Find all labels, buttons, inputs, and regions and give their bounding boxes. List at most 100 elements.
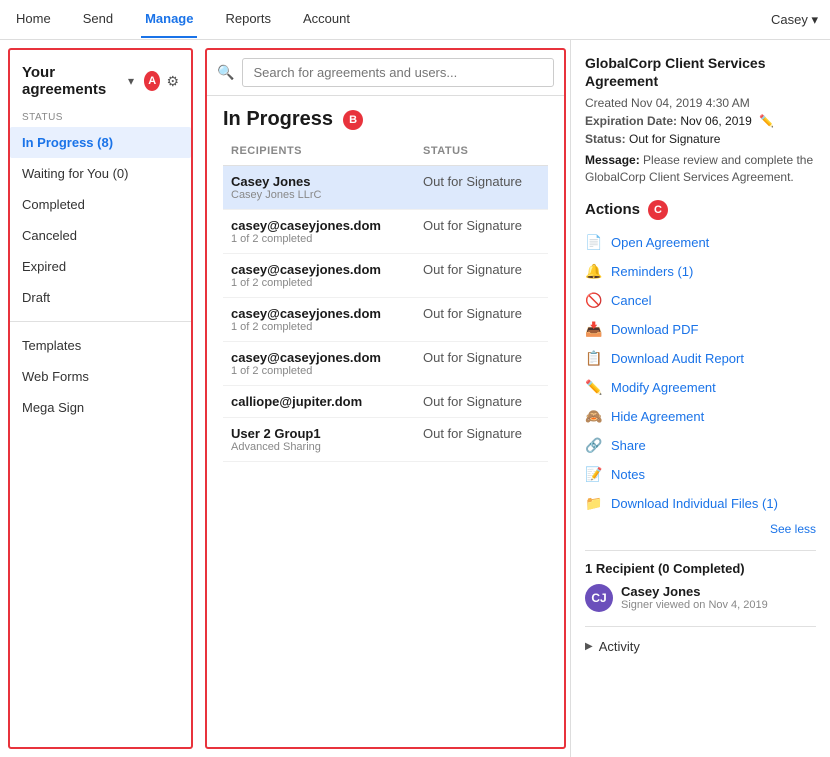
recipient-avatar: CJ [585,584,613,612]
action-icon: 📄 [585,234,603,251]
table-row[interactable]: casey@caseyjones.dom 1 of 2 completed Ou… [223,298,548,342]
recipient-name-cell: calliope@jupiter.dom [231,394,407,409]
action-label: Modify Agreement [611,380,716,395]
nav-user[interactable]: Casey ▾ [771,12,818,28]
activity-section: ▶ Activity [585,626,816,658]
action-item[interactable]: 🙈 Hide Agreement [585,402,816,431]
col-recipients: RECIPIENTS [223,141,415,166]
nav-send[interactable]: Send [79,1,117,38]
action-item[interactable]: 📄 Open Agreement [585,228,816,257]
nav-account[interactable]: Account [299,1,354,38]
action-item[interactable]: ✏️ Modify Agreement [585,373,816,402]
see-less-button[interactable]: See less [585,522,816,536]
agreement-created: Created Nov 04, 2019 4:30 AM [585,96,816,110]
expiration-label: Expiration Date: [585,114,677,128]
search-bar: 🔍 [207,50,564,96]
action-label: Notes [611,467,645,482]
recipient-name-cell: casey@caseyjones.dom [231,262,407,277]
sidebar-dropdown-icon: ▾ [128,74,134,88]
action-icon: 🚫 [585,292,603,309]
status-cell: Out for Signature [423,394,522,409]
table-row[interactable]: casey@caseyjones.dom 1 of 2 completed Ou… [223,342,548,386]
sidebar: Your agreements ▾ A ⚙ STATUS In Progress… [8,48,193,749]
status-cell: Out for Signature [423,306,522,321]
status-cell: Out for Signature [423,350,522,365]
search-icon: 🔍 [217,64,234,81]
agreement-title: GlobalCorp Client Services Agreement [585,54,816,90]
status-label: Status: [585,132,626,146]
sidebar-item-draft[interactable]: Draft [10,282,191,313]
badge-a: A [144,71,160,91]
action-icon: ✏️ [585,379,603,396]
table-row[interactable]: calliope@jupiter.dom Out for Signature [223,386,548,418]
recipient-sub: Signer viewed on Nov 4, 2019 [621,599,768,611]
action-item[interactable]: 🔗 Share [585,431,816,460]
inprogress-title: In Progress [223,108,333,131]
nav-items: Home Send Manage Reports Account [12,1,354,38]
action-item[interactable]: 🚫 Cancel [585,286,816,315]
sidebar-header[interactable]: Your agreements ▾ A ⚙ [10,58,191,104]
action-label: Download Audit Report [611,351,744,366]
recipient-name-cell: Casey Jones [231,174,407,189]
action-label: Open Agreement [611,235,709,250]
recipient-name-cell: casey@caseyjones.dom [231,350,407,365]
activity-label: Activity [599,639,640,654]
actions-title: Actions [585,201,640,218]
nav-reports[interactable]: Reports [221,1,275,38]
sidebar-divider [10,321,191,322]
sidebar-item-waiting[interactable]: Waiting for You (0) [10,158,191,189]
recipients-table: RECIPIENTS STATUS Casey Jones Casey Jone… [223,141,548,462]
action-item[interactable]: 📁 Download Individual Files (1) [585,489,816,518]
sidebar-item-completed[interactable]: Completed [10,189,191,220]
recipient-sub-cell: 1 of 2 completed [231,321,407,333]
action-label: Reminders (1) [611,264,693,279]
action-label: Download PDF [611,322,698,337]
recipient-sub-cell: 1 of 2 completed [231,365,407,377]
filter-icon[interactable]: ⚙ [166,73,179,90]
center-panel: 🔍 In Progress B RECIPIENTS STATUS Casey … [205,48,566,749]
activity-row[interactable]: ▶ Activity [585,635,816,658]
status-value-text: Out for Signature [629,132,720,146]
table-row[interactable]: User 2 Group1 Advanced Sharing Out for S… [223,418,548,462]
table-row[interactable]: Casey Jones Casey Jones LLrC Out for Sig… [223,166,548,210]
recipient-details: Casey Jones Signer viewed on Nov 4, 2019 [621,584,768,611]
action-item[interactable]: 🔔 Reminders (1) [585,257,816,286]
sidebar-item-expired[interactable]: Expired [10,251,191,282]
sidebar-item-canceled[interactable]: Canceled [10,220,191,251]
sidebar-item-templates[interactable]: Templates [10,330,191,361]
recipient-sub-cell: 1 of 2 completed [231,233,407,245]
agreement-status: Status: Out for Signature [585,132,816,146]
status-section-label: STATUS [10,104,191,127]
table-row[interactable]: casey@caseyjones.dom 1 of 2 completed Ou… [223,210,548,254]
inprogress-panel: In Progress B RECIPIENTS STATUS Casey Jo… [207,96,564,747]
badge-c: C [648,200,668,220]
top-nav: Home Send Manage Reports Account Casey ▾ [0,0,830,40]
status-cell: Out for Signature [423,426,522,441]
recipient-name: Casey Jones [621,584,768,599]
action-icon: 📁 [585,495,603,512]
action-icon: 🙈 [585,408,603,425]
recipient-sub-cell: 1 of 2 completed [231,277,407,289]
action-icon: 📥 [585,321,603,338]
edit-expiration-icon[interactable]: ✏️ [759,114,774,128]
nav-manage[interactable]: Manage [141,1,197,38]
action-item[interactable]: 📋 Download Audit Report [585,344,816,373]
sidebar-item-megasign[interactable]: Mega Sign [10,392,191,423]
search-input[interactable] [242,58,554,87]
table-row[interactable]: casey@caseyjones.dom 1 of 2 completed Ou… [223,254,548,298]
status-cell: Out for Signature [423,262,522,277]
agreement-expiration: Expiration Date: Nov 06, 2019 ✏️ [585,114,816,128]
action-icon: 📝 [585,466,603,483]
action-label: Hide Agreement [611,409,704,424]
sidebar-item-webforms[interactable]: Web Forms [10,361,191,392]
nav-home[interactable]: Home [12,1,55,38]
expiration-value: Nov 06, 2019 [680,114,751,128]
action-label: Download Individual Files (1) [611,496,778,511]
main-layout: Your agreements ▾ A ⚙ STATUS In Progress… [0,40,830,757]
inprogress-title-row: In Progress B [223,108,548,131]
action-item[interactable]: 📥 Download PDF [585,315,816,344]
action-item[interactable]: 📝 Notes [585,460,816,489]
action-icon: 📋 [585,350,603,367]
sidebar-item-inprogress[interactable]: In Progress (8) [10,127,191,158]
col-status: STATUS [415,141,548,166]
